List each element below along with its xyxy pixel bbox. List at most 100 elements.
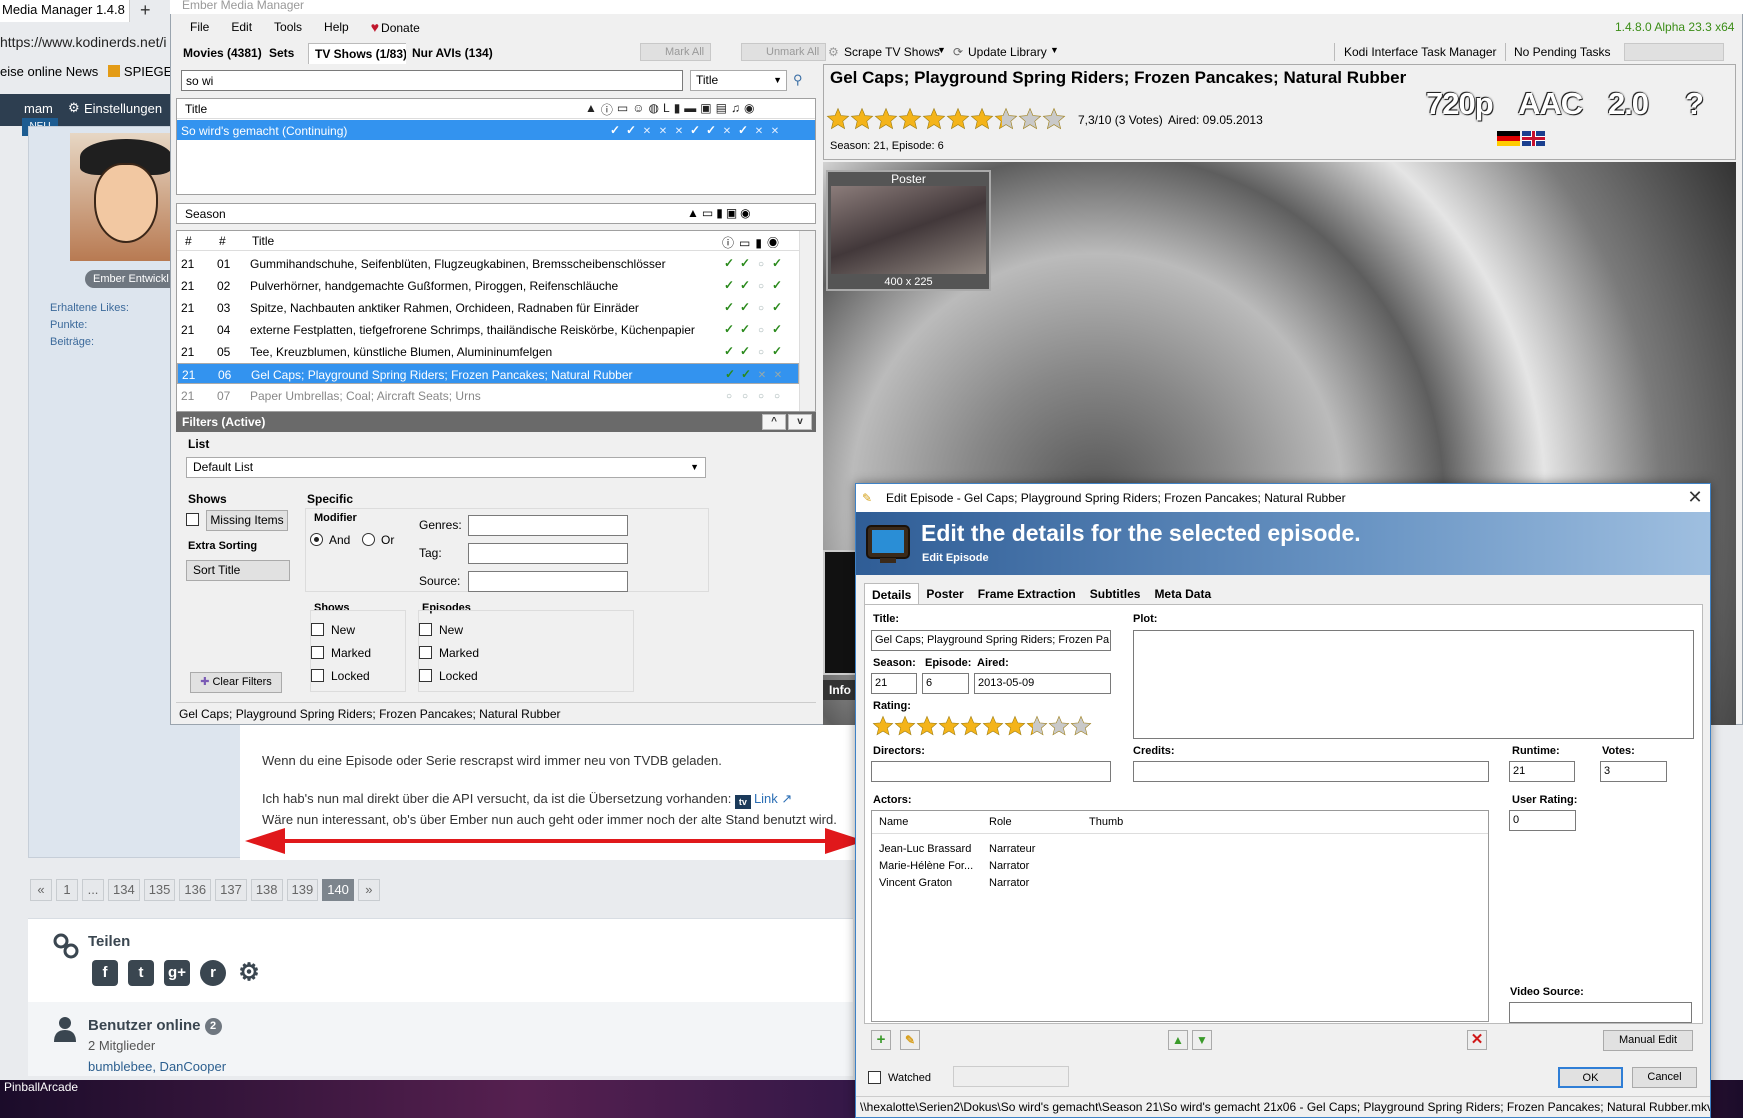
search-icon[interactable]: ⚲ [793, 72, 811, 90]
episode-row[interactable]: 21 07 Paper Umbrellas; Coal; Aircraft Seat… [177, 385, 799, 407]
manual-edit-button[interactable]: Manual Edit [1603, 1030, 1693, 1051]
fanart-icon[interactable]: ▮ [674, 101, 681, 118]
column-header-season-number[interactable]: # [185, 234, 192, 248]
filters-collapse-button[interactable]: ^ [762, 414, 786, 430]
tab-meta-data[interactable]: Meta Data [1147, 583, 1218, 605]
page-button[interactable]: 137 [215, 879, 247, 901]
google-plus-icon[interactable]: g+ [164, 960, 190, 986]
filters-expand-button[interactable]: v [788, 414, 812, 430]
actor-name[interactable]: Vincent Graton [879, 877, 952, 889]
theme-icon[interactable]: ♫ [731, 101, 740, 118]
nav-user[interactable]: mam [24, 101, 53, 116]
actor-name[interactable]: Jean-Luc Brassard [879, 843, 971, 855]
episode-row[interactable]: 21 01 Gummihandschuhe, Seifenblüten, Flugz… [177, 253, 799, 275]
actor-role[interactable]: Narrator [989, 877, 1029, 889]
shows-new-checkbox[interactable] [311, 623, 324, 636]
menu-file[interactable]: File [190, 20, 209, 34]
watched-checkbox[interactable] [868, 1071, 881, 1084]
or-radio[interactable] [362, 533, 375, 546]
page-button[interactable]: 135 [143, 879, 176, 901]
show-row[interactable]: So wird's gemacht (Continuing) ✓ ✓ ✕ ✕ ✕ ✓ ✓ ✕ ✓… [177, 120, 815, 140]
clearart-icon[interactable]: ◍ [649, 101, 659, 118]
poster-icon[interactable]: ▣ [700, 101, 711, 118]
video-source-field[interactable] [1509, 1002, 1692, 1023]
info-button[interactable]: Info [823, 680, 857, 700]
settings-icon[interactable]: ⚙ [236, 960, 262, 986]
episode-field[interactable]: 6 [922, 673, 969, 694]
unmark-all-button[interactable]: Unmark All [741, 43, 827, 61]
tab-subtitles[interactable]: Subtitles [1083, 583, 1148, 605]
page-button[interactable]: « [30, 879, 52, 901]
chevron-down-icon[interactable]: ▼ [1050, 45, 1059, 55]
tab-poster[interactable]: Poster [919, 583, 970, 605]
character-art-icon[interactable]: ☺ [632, 101, 644, 118]
tab-details[interactable]: Details [864, 583, 920, 605]
list-select[interactable]: Default List ▼ [186, 457, 706, 478]
episodes-marked-checkbox[interactable] [419, 646, 432, 659]
genres-field[interactable] [468, 515, 628, 536]
sort-title-button[interactable]: Sort Title [186, 560, 290, 581]
actors-header-thumb[interactable]: Thumb [1089, 816, 1123, 828]
tag-field[interactable] [468, 543, 628, 564]
tab-nur-avis[interactable]: Nur AVIs (134) [406, 43, 499, 64]
info-icon[interactable]: ⓘ [601, 101, 613, 118]
sort-up-icon[interactable]: ▲ [585, 101, 597, 118]
menu-edit[interactable]: Edit [231, 20, 252, 34]
actor-role[interactable]: Narrateur [989, 843, 1035, 855]
twitter-icon[interactable]: t [128, 960, 154, 986]
and-radio[interactable] [310, 533, 323, 546]
shows-locked-checkbox[interactable] [311, 669, 324, 682]
season-field[interactable]: 21 [871, 673, 917, 694]
episode-row[interactable]: 21 03 Spitze, Nachbauten anktiker Rahmen, … [177, 297, 799, 319]
title-field[interactable]: Gel Caps; Playground Spring Riders; Froz… [871, 630, 1111, 651]
episode-row[interactable]: 21 02 Pulverhörner, handgemachte Gußformen… [177, 275, 799, 297]
ok-button[interactable]: OK [1558, 1067, 1623, 1088]
menu-help[interactable]: Help [324, 20, 349, 34]
aired-field[interactable]: 2013-05-09 [974, 673, 1111, 694]
menu-tools[interactable]: Tools [274, 20, 302, 34]
cancel-button[interactable]: Cancel [1632, 1067, 1697, 1088]
kodi-task-manager-button[interactable]: Kodi Interface Task Manager [1344, 45, 1497, 59]
episode-row[interactable]: 21 05 Tee, Kreuzblumen, künstliche Blumen,… [177, 341, 799, 363]
episodes-locked-checkbox[interactable] [419, 669, 432, 682]
tab-sets[interactable]: Sets [263, 43, 301, 64]
update-library-button[interactable]: Update Library [968, 45, 1047, 59]
column-header-season[interactable]: Season [185, 207, 226, 221]
page-button[interactable]: 140 [322, 879, 354, 901]
tab-frame-extraction[interactable]: Frame Extraction [971, 583, 1083, 605]
page-button[interactable]: ... [82, 879, 104, 901]
chevron-down-icon[interactable]: ▼ [937, 45, 946, 55]
reddit-icon[interactable]: r [200, 960, 226, 986]
votes-field[interactable]: 3 [1600, 761, 1667, 782]
banner-icon[interactable]: ▭ [617, 101, 628, 118]
source-field[interactable] [468, 571, 628, 592]
logo-icon[interactable]: L [663, 101, 670, 118]
user-rating-field[interactable]: 0 [1509, 810, 1576, 831]
runtime-field[interactable]: 21 [1509, 761, 1575, 782]
episodes-new-checkbox[interactable] [419, 623, 432, 636]
rating-input-stars[interactable] [872, 715, 1092, 737]
nfo-icon[interactable]: ▤ [716, 101, 727, 118]
filters-header[interactable]: Filters (Active) ^ v [176, 412, 816, 432]
edit-actor-icon[interactable]: ✎ [900, 1030, 920, 1050]
tab-tv-shows[interactable]: TV Shows (1/83) [308, 43, 415, 64]
episode-column-icons[interactable]: ⓘ▭▮◉ [722, 234, 784, 251]
credits-field[interactable] [1133, 761, 1489, 782]
shows-marked-checkbox[interactable] [311, 646, 324, 659]
post-link[interactable]: Link [754, 791, 778, 806]
search-field-select[interactable]: Title ▼ [690, 70, 787, 91]
search-input[interactable] [181, 70, 683, 91]
page-button[interactable]: 134 [108, 879, 140, 901]
actor-name[interactable]: Marie-Hélène For... [879, 860, 973, 872]
remove-actor-icon[interactable]: ✕ [1467, 1030, 1487, 1050]
move-down-icon[interactable]: ▼ [1192, 1030, 1212, 1050]
missing-items-button[interactable]: Missing Items [206, 510, 288, 531]
online-user-links[interactable]: bumblebee, DanCooper [88, 1059, 226, 1074]
episode-row[interactable]: 21 06 Gel Caps; Playground Spring Riders; … [177, 363, 799, 384]
column-header-title[interactable]: Title [185, 102, 207, 116]
landscape-icon[interactable]: ▬ [684, 101, 696, 118]
episode-list-scrollbar[interactable] [799, 231, 815, 411]
page-button[interactable]: 136 [179, 879, 212, 901]
page-button[interactable]: » [357, 879, 380, 901]
actors-header-name[interactable]: Name [879, 816, 908, 828]
